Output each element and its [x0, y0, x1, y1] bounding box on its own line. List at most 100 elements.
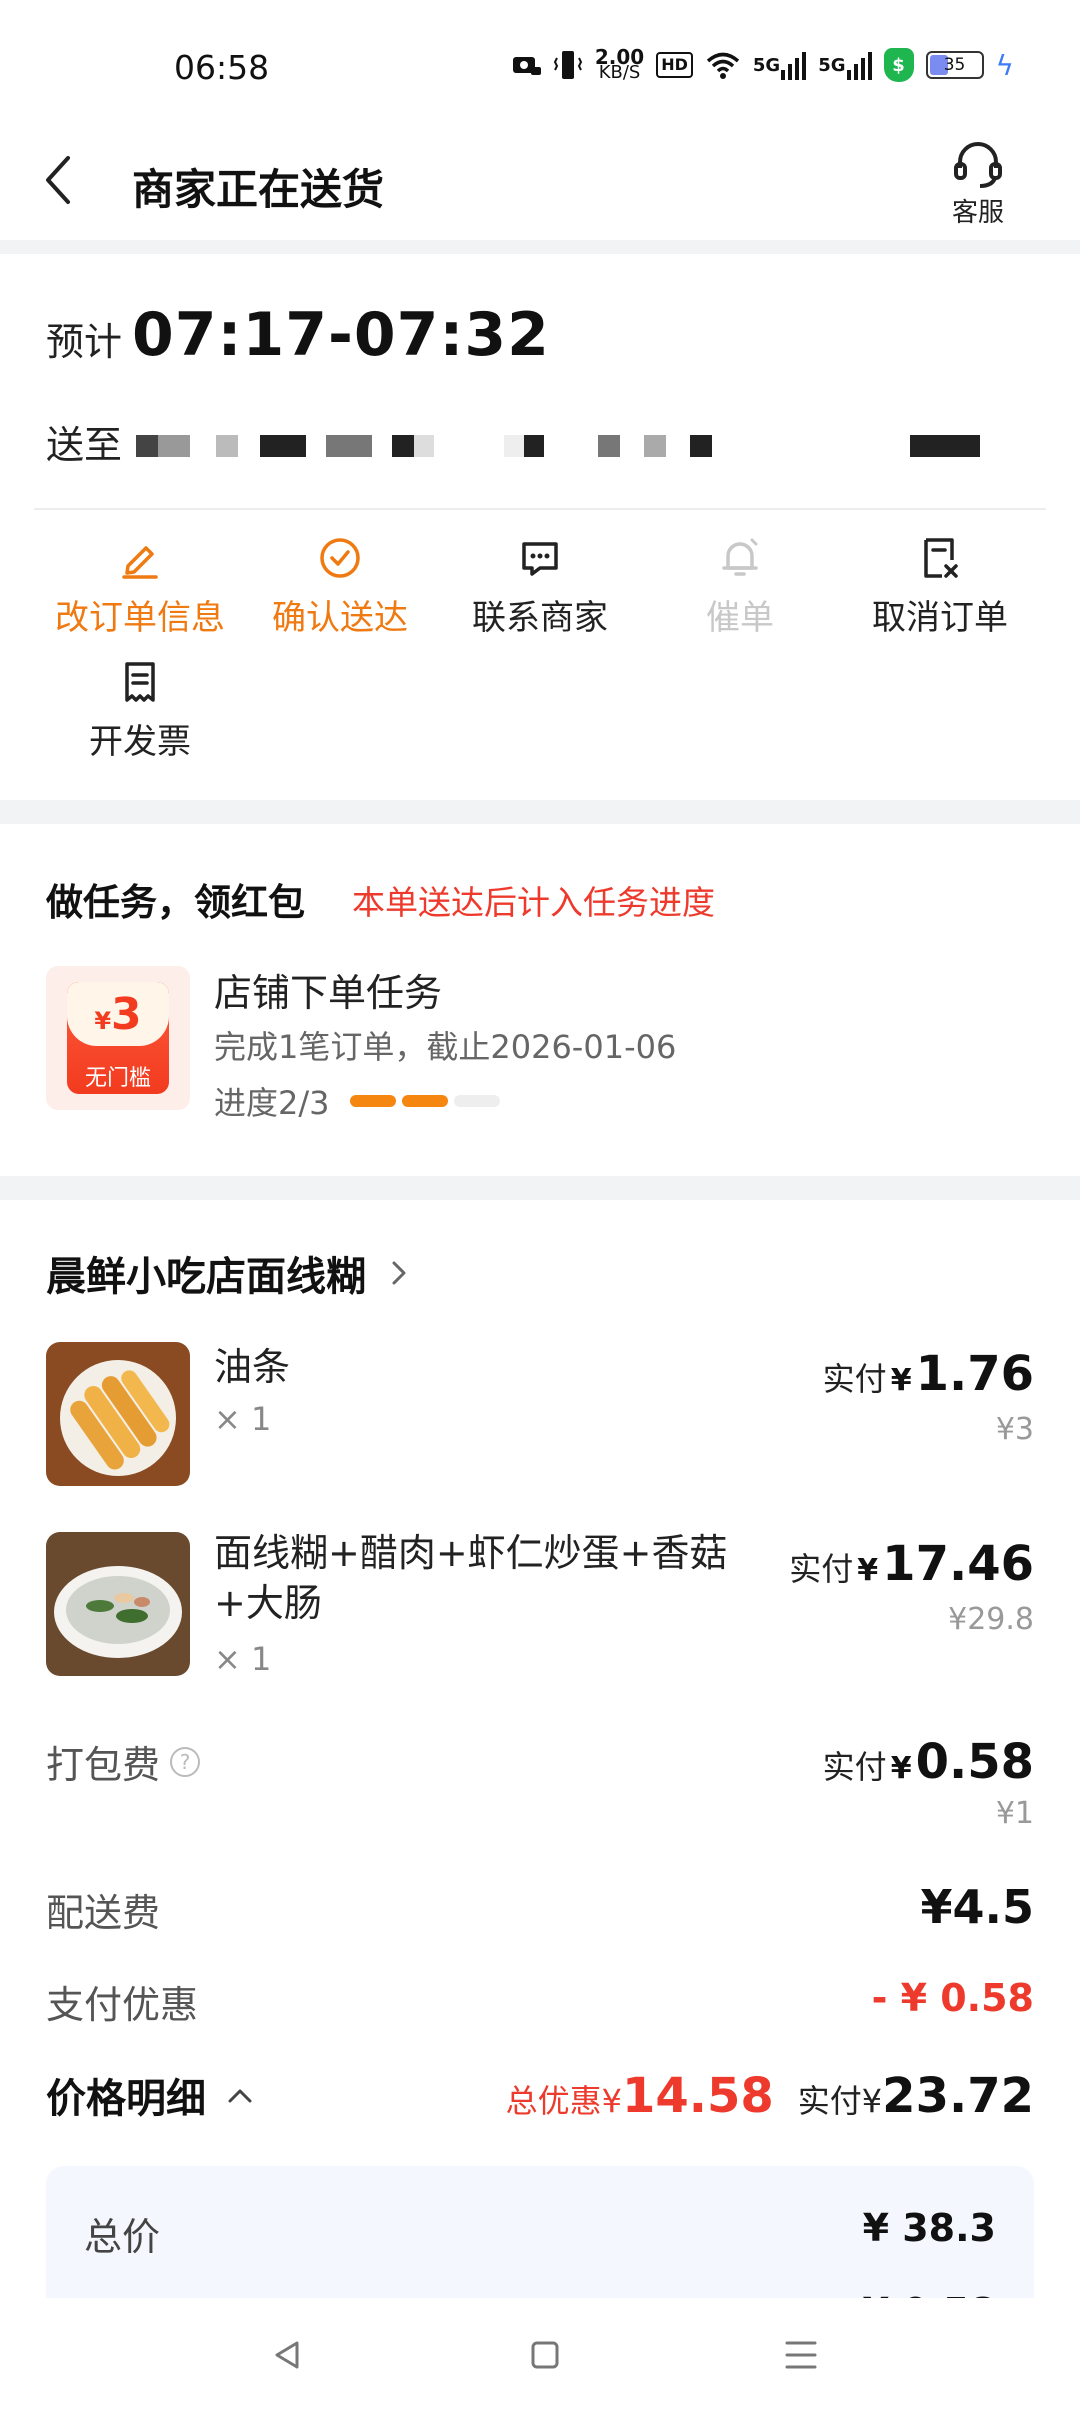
cancel-order-icon	[924, 538, 958, 578]
charging-icon: ϟ	[995, 48, 1014, 82]
total-discount-amount: 14.58	[621, 2068, 774, 2124]
chevron-right-icon	[392, 1261, 406, 1285]
nav-home-button[interactable]	[522, 2332, 568, 2378]
nav-back-button[interactable]	[264, 2332, 310, 2378]
item-original-price: ¥3	[995, 1412, 1034, 1447]
signal-1-label: 5G	[752, 54, 781, 76]
price-detail-title: 价格明细	[46, 2076, 206, 2122]
camera-status-icon	[511, 48, 541, 82]
coupon-currency: ¥	[94, 1007, 112, 1035]
item-qty: × 1	[214, 1400, 272, 1438]
invoice-button[interactable]: 开发票	[32, 660, 248, 763]
item-paid-price: 实付 ¥ 17.46	[789, 1536, 1034, 1592]
bell-icon	[722, 538, 758, 576]
coupon-amount: ¥3	[94, 990, 141, 1046]
section-separator	[0, 240, 1080, 254]
task-note: 本单送达后计入任务进度	[352, 883, 715, 922]
task-name: 店铺下单任务	[214, 971, 443, 1015]
nav-menu-button[interactable]	[778, 2332, 824, 2378]
status-icons: 2.00 KB/S HD 5G 5G $ 35 ϟ	[511, 47, 1014, 82]
price-detail-toggle[interactable]: 价格明细	[46, 2066, 256, 2124]
item-name: 面线糊+醋肉+虾仁炒蛋+香菇+大肠	[214, 1531, 728, 1625]
paid-amount: 1.76	[915, 1346, 1034, 1402]
wifi-icon	[705, 48, 741, 82]
eta-row: 预计 07:17-07:32	[46, 300, 550, 370]
signal-2-label: 5G	[818, 54, 846, 76]
check-circle-icon	[320, 538, 360, 578]
paid-label: 实付	[822, 1748, 887, 1786]
invoice-icon	[125, 662, 155, 702]
edit-order-label: 改订单信息	[55, 598, 225, 638]
item-image-youtiao[interactable]	[46, 1342, 190, 1486]
coupon-badge: ¥3 无门槛	[46, 966, 190, 1110]
item-name: 油条	[214, 1345, 291, 1389]
security-shield-icon: $	[883, 48, 914, 82]
status-time: 06:58	[174, 48, 270, 87]
item-image-mianxianhu[interactable]	[46, 1532, 190, 1676]
delivery-fee-label: 配送费	[46, 1891, 161, 1935]
back-button[interactable]	[28, 150, 88, 210]
cancel-order-button[interactable]: 取消订单	[832, 536, 1048, 639]
packing-fee-paid: 实付 ¥ 0.58	[823, 1734, 1034, 1790]
total-discount-label: 总优惠¥	[505, 2082, 622, 2120]
item-qty: × 1	[214, 1640, 272, 1678]
coupon-value: 3	[111, 989, 142, 1040]
nav-menu-icon	[785, 2341, 817, 2369]
confirm-delivery-button[interactable]: 确认送达	[232, 536, 448, 639]
task-progress: 进度2/3	[214, 1078, 500, 1124]
paid-amount: 17.46	[882, 1536, 1034, 1592]
eta-time: 07:17-07:32	[132, 300, 550, 370]
packing-fee-original: ¥1	[995, 1796, 1034, 1831]
section-separator	[0, 800, 1080, 824]
header: 商家正在送货 客服	[0, 120, 1080, 240]
pay-discount-value: - ¥ 0.58	[871, 1976, 1034, 2020]
edit-order-button[interactable]: 改订单信息	[32, 536, 248, 639]
cancel-order-label: 取消订单	[872, 598, 1008, 638]
status-bar: 06:58 2.00 KB/S HD 5G 5G $ 35 ϟ	[0, 0, 1080, 120]
address-row: 送至	[46, 414, 981, 469]
customer-service-button[interactable]: 客服	[938, 138, 1018, 229]
address-label: 送至	[46, 423, 123, 467]
total-paid-label: 实付¥	[797, 2082, 883, 2120]
breakdown-label: 总价	[84, 2215, 161, 2259]
total-paid-amount: 23.72	[882, 2068, 1034, 2124]
breakdown-value: ¥ 38.3	[862, 2206, 996, 2250]
paid-label: 实付	[789, 1550, 854, 1588]
hd-icon: HD	[656, 52, 693, 78]
task-progress-text: 进度2/3	[214, 1084, 330, 1122]
section-separator	[0, 1176, 1080, 1200]
task-progress-bar	[349, 1095, 500, 1107]
task-desc: 完成1笔订单，截止2026-01-06	[214, 1028, 677, 1066]
page-title: 商家正在送货	[132, 165, 385, 214]
price-totals: 总优惠¥ 14.58 实付¥ 23.72	[506, 2068, 1034, 2124]
message-icon	[522, 542, 558, 576]
item-original-price: ¥29.8	[948, 1602, 1034, 1637]
currency-symbol: ¥	[857, 1553, 879, 1588]
task-title: 做任务，领红包	[46, 881, 305, 924]
contact-merchant-button[interactable]: 联系商家	[432, 536, 648, 639]
contact-merchant-label: 联系商家	[472, 598, 608, 638]
network-speed: 2.00 KB/S	[595, 47, 644, 82]
urge-order-button[interactable]: 催单	[632, 536, 848, 639]
coupon-icon: ¥3 无门槛	[67, 982, 169, 1094]
signal-1-icon: 5G	[752, 48, 807, 82]
shop-name-link[interactable]: 晨鲜小吃店面线糊	[46, 1244, 412, 1302]
progress-segment	[453, 1095, 500, 1107]
system-nav-bar	[0, 2298, 1080, 2412]
help-icon[interactable]: ?	[170, 1746, 201, 1777]
currency-symbol: ¥	[890, 1363, 912, 1398]
divider	[34, 508, 1046, 510]
battery-icon: 35	[925, 51, 984, 79]
confirm-delivery-label: 确认送达	[272, 598, 408, 638]
paid-amount: 0.58	[915, 1734, 1034, 1790]
packing-fee-row: 打包费 ?	[46, 1734, 201, 1789]
back-arrow-icon	[46, 156, 70, 204]
edit-icon	[122, 546, 158, 579]
vibrate-icon	[553, 48, 583, 82]
coupon-condition: 无门槛	[84, 1066, 151, 1091]
battery-level: 35	[943, 55, 966, 75]
currency-symbol: ¥	[890, 1751, 912, 1786]
chevron-up-icon	[228, 2089, 252, 2103]
progress-segment	[401, 1095, 448, 1107]
address-redacted	[124, 422, 981, 462]
